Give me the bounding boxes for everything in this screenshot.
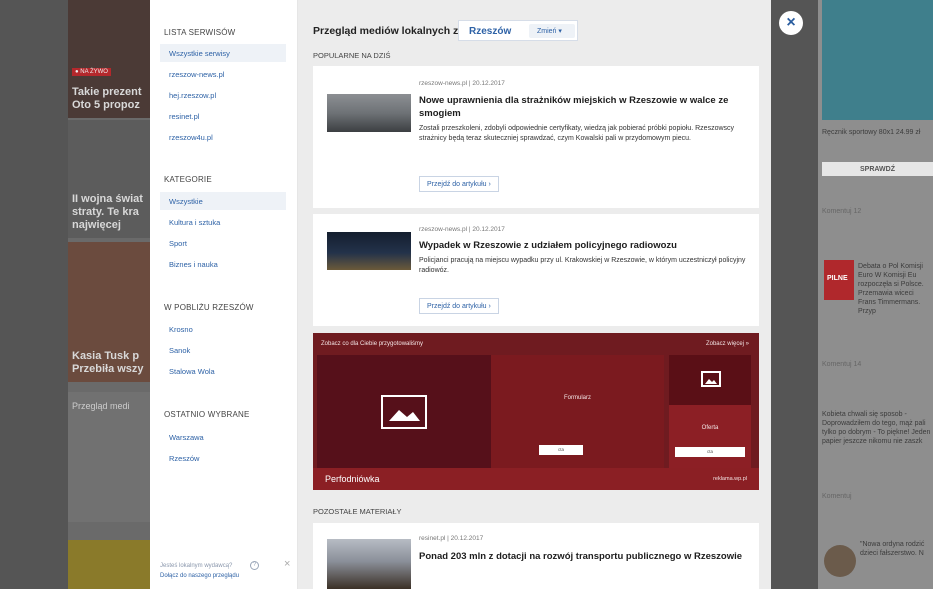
nearby-item[interactable]: Stalowa Wola — [160, 362, 286, 380]
help-icon[interactable]: ? — [250, 561, 259, 570]
close-icon[interactable]: × — [284, 558, 290, 570]
page-title: Przegląd mediów lokalnych z: — [313, 25, 462, 37]
list-item[interactable]: rzeszow-news.pl — [160, 65, 286, 83]
bg-news-tile: II wojna świat straty. Te kra najwięcej — [68, 120, 150, 238]
article-thumbnail[interactable] — [327, 539, 411, 589]
ad-site: reklama.wp.pl — [713, 476, 747, 482]
article-thumbnail[interactable] — [327, 94, 411, 132]
article-card: rzeszow-news.pl | 20.12.2017 Wypadek w R… — [313, 214, 759, 326]
recent-heading: OSTATNIO WYBRANE — [164, 410, 250, 419]
bg-comment: Komentuj 14 — [822, 361, 862, 368]
bg-tile-text: Kasia Tusk p Przebiła wszy — [72, 350, 144, 375]
bg-pilne-badge: PILNE — [824, 260, 854, 300]
category-item[interactable]: Biznes i nauka — [160, 255, 286, 273]
lists-heading: LISTA SERWISÓW — [164, 28, 236, 37]
ad-banner[interactable]: Zobacz co dla Ciebie przygotowaliśmy Zob… — [313, 333, 759, 490]
category-item[interactable]: Kultura i sztuka — [160, 213, 286, 231]
list-item-all[interactable]: Wszystkie serwisy — [160, 44, 286, 62]
recent-item[interactable]: Warszawa — [160, 428, 286, 446]
category-item-all[interactable]: Wszystkie — [160, 192, 286, 210]
article-title[interactable]: Wypadek w Rzeszowie z udziałem policyjne… — [419, 239, 747, 252]
bg-comment: Komentuj — [822, 493, 852, 500]
article-meta: rzeszow-news.pl | 20.12.2017 — [419, 80, 505, 87]
category-item[interactable]: Sport — [160, 234, 286, 252]
image-placeholder-icon — [701, 371, 721, 387]
article-meta: resinet.pl | 20.12.2017 — [419, 535, 484, 542]
nearby-heading: W POBLIŻU RZESZÓW — [164, 303, 254, 312]
bg-news-tile: Przegląd medi — [68, 392, 150, 522]
bg-check-button: SPRAWDŹ — [822, 162, 933, 176]
bg-comment: Komentuj 12 — [822, 208, 862, 215]
live-badge: ● NA ŻYWO — [72, 68, 111, 76]
article-card: resinet.pl | 20.12.2017 Ponad 203 mln z … — [313, 523, 759, 589]
nearby-item[interactable]: Sanok — [160, 341, 286, 359]
article-description: Policjanci pracują na miejscu wypadku pr… — [419, 257, 746, 274]
article-title[interactable]: Ponad 203 mln z dotacji na rozwój transp… — [419, 550, 747, 563]
city-selector: Rzeszów Zmień ▾ — [458, 20, 578, 41]
bg-news-tile: Kasia Tusk p Przebiła wszy — [68, 242, 150, 382]
ad-form-label: Formularz — [563, 395, 591, 401]
read-article-button[interactable]: Przejdź do artykułu › — [419, 176, 499, 192]
popular-section-label: POPULARNE NA DZIŚ — [313, 51, 391, 60]
publisher-question: Jesteś lokalnym wydawcą? — [160, 563, 233, 569]
ad-brand: Perfodniówka — [325, 474, 380, 484]
article-meta: rzeszow-news.pl | 20.12.2017 — [419, 226, 505, 233]
ad-cta-button[interactable]: cta — [675, 447, 745, 457]
bg-product-text: Ręcznik sportowy 80x1 24.99 zł — [822, 129, 921, 136]
categories-heading: KATEGORIE — [164, 175, 212, 184]
close-modal-button[interactable]: × — [779, 11, 803, 35]
bg-avatar — [824, 545, 856, 577]
ad-cta-button[interactable]: cta — [539, 445, 583, 455]
list-item[interactable]: resinet.pl — [160, 107, 286, 125]
nearby-item[interactable]: Krosno — [160, 320, 286, 338]
bg-news-tile — [68, 540, 150, 589]
article-description: Zostali przeszkoleni, zdobyli odpowiedni… — [419, 125, 735, 142]
recent-item[interactable]: Rzeszów — [160, 449, 286, 467]
bg-tile-text: Przegląd medi — [72, 401, 130, 411]
city-name: Rzeszów — [469, 26, 512, 37]
ad-image-tile — [317, 355, 491, 468]
other-section-label: POZOSTAŁE MATERIAŁY — [313, 507, 402, 516]
list-item[interactable]: hej.rzeszow.pl — [160, 86, 286, 104]
ad-form-tile: Formularz cta — [491, 355, 664, 468]
article-thumbnail[interactable] — [327, 232, 411, 270]
ad-offer-label: Oferta — [701, 425, 719, 431]
read-article-button[interactable]: Przejdź do artykułu › — [419, 298, 499, 314]
bg-news-text: Debata o Pol Komisji Euro W Komisji Eu r… — [858, 263, 924, 315]
publisher-join-link[interactable]: Dołącz do naszego przeglądu — [160, 573, 239, 579]
bg-news-text: Kobieta chwali się sposob - Doprowadziłe… — [822, 411, 931, 445]
article-title[interactable]: Nowe uprawnienia dla strażników miejskic… — [419, 94, 747, 120]
ad-footer: Perfodniówka reklama.wp.pl — [313, 468, 759, 490]
article-card: rzeszow-news.pl | 20.12.2017 Nowe uprawn… — [313, 66, 759, 208]
bg-news-tile: ● NA ŻYWO Takie prezent Oto 5 propoz — [68, 0, 150, 118]
ad-offer-image — [669, 355, 751, 405]
image-placeholder-icon — [381, 395, 427, 429]
bg-news-text: "Nowa ordyna rodzić dzieci fałszerstwo. … — [860, 541, 925, 557]
bg-tile-text: II wojna świat straty. Te kra najwięcej — [72, 193, 143, 231]
change-city-button[interactable]: Zmień ▾ — [529, 24, 575, 38]
list-item[interactable]: rzeszow4u.pl — [160, 128, 286, 146]
bg-tile-text: Takie prezent Oto 5 propoz — [72, 86, 142, 111]
ad-intro-text: Zobacz co dla Ciebie przygotowaliśmy — [321, 341, 424, 347]
ad-see-more-link[interactable]: Zobacz więcej » — [706, 341, 749, 347]
bg-product-image — [822, 0, 933, 120]
